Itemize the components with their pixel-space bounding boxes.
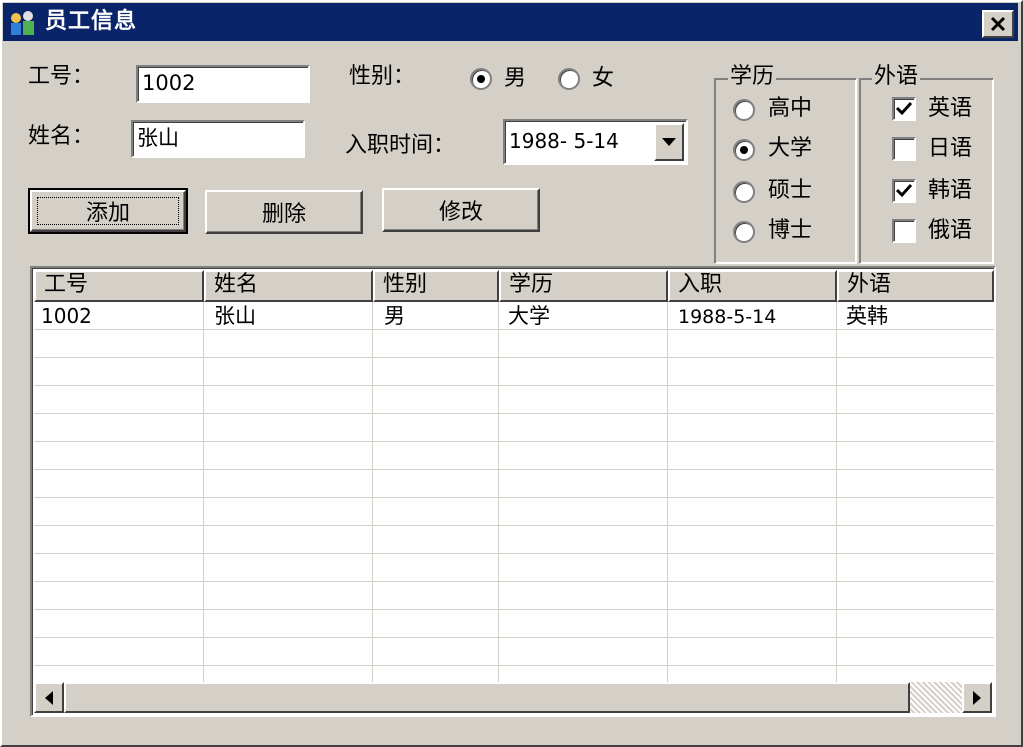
scroll-thumb[interactable] (64, 682, 910, 713)
gender-female-label[interactable]: 女 (592, 66, 614, 92)
employee-id-label: 工号： (28, 64, 95, 89)
modify-button[interactable]: 修改 (382, 188, 540, 232)
close-icon (990, 16, 1006, 32)
language-label-russian[interactable]: 俄语 (928, 218, 972, 244)
language-groupbox (859, 78, 994, 264)
employee-name-input[interactable]: 张山 (131, 120, 305, 158)
language-checkbox-japanese[interactable] (892, 137, 916, 161)
gender-label: 性别： (349, 64, 416, 89)
arrow-left-icon (45, 690, 53, 705)
add-button[interactable]: 添加 (28, 188, 188, 234)
dropdown-arrow-icon (662, 138, 676, 146)
language-label-english[interactable]: 英语 (928, 96, 972, 122)
cell-gender: 男 (384, 304, 405, 328)
gender-male-label[interactable]: 男 (504, 66, 526, 92)
education-radio-university[interactable] (733, 139, 755, 161)
cell-education: 大学 (508, 304, 550, 328)
check-icon (895, 183, 913, 198)
employee-id-input[interactable]: 1002 (136, 65, 310, 103)
column-header-gender[interactable]: 性别 (373, 270, 499, 302)
app-icon (9, 9, 37, 37)
close-button[interactable] (982, 10, 1014, 38)
cell-id: 1002 (41, 304, 92, 328)
delete-button[interactable]: 删除 (205, 190, 363, 234)
education-group-title: 学历 (728, 64, 777, 89)
education-label-master[interactable]: 硕士 (768, 178, 812, 204)
education-radio-doctor[interactable] (733, 221, 755, 243)
delete-button-label: 删除 (261, 202, 306, 227)
employee-id-value: 1002 (142, 71, 196, 95)
language-checkbox-english[interactable] (892, 97, 916, 121)
horizontal-scrollbar[interactable] (34, 682, 992, 713)
education-label-doctor[interactable]: 博士 (768, 218, 812, 244)
hire-date-picker[interactable]: 1988- 5-14 (503, 119, 688, 165)
radio-dot-icon (740, 146, 748, 154)
list-body: 1002 张山 男 大学 1988-5-14 英韩 (34, 302, 994, 682)
education-radio-master[interactable] (733, 181, 755, 203)
scroll-left-button[interactable] (34, 682, 64, 713)
scroll-track[interactable] (910, 682, 962, 713)
radio-dot-icon (477, 75, 485, 83)
education-label-highschool[interactable]: 高中 (768, 96, 812, 122)
modify-button-label: 修改 (438, 200, 483, 225)
column-header-name[interactable]: 姓名 (204, 270, 373, 302)
hire-date-label: 入职时间： (345, 133, 456, 158)
employee-name-value: 张山 (137, 126, 179, 150)
window-title: 员工信息 (45, 9, 138, 34)
list-header: 工号 姓名 性别 学历 入职 外语 (34, 270, 994, 302)
hire-date-value: 1988- 5-14 (509, 129, 619, 153)
employee-name-label: 姓名： (28, 124, 95, 149)
arrow-right-icon (973, 690, 981, 705)
column-header-education[interactable]: 学历 (499, 270, 668, 302)
gender-female-radio[interactable] (558, 68, 580, 90)
employee-list[interactable]: 工号 姓名 性别 学历 入职 外语 1002 张山 男 大学 1988-5-14… (30, 266, 996, 717)
scroll-right-button[interactable] (962, 682, 992, 713)
language-label-korean[interactable]: 韩语 (928, 178, 972, 204)
check-icon (895, 101, 913, 116)
education-radio-highschool[interactable] (733, 99, 755, 121)
language-checkbox-russian[interactable] (892, 219, 916, 243)
language-checkbox-korean[interactable] (892, 179, 916, 203)
education-label-university[interactable]: 大学 (768, 136, 812, 162)
language-label-japanese[interactable]: 日语 (928, 136, 972, 162)
cell-language: 英韩 (846, 304, 888, 328)
date-dropdown-button[interactable] (654, 123, 684, 161)
language-group-title: 外语 (872, 64, 921, 89)
column-header-hire-date[interactable]: 入职 (668, 270, 837, 302)
cell-hire-date: 1988-5-14 (678, 306, 777, 328)
column-header-language[interactable]: 外语 (837, 270, 994, 302)
gender-male-radio[interactable] (470, 68, 492, 90)
column-header-id[interactable]: 工号 (34, 270, 204, 302)
title-bar[interactable]: 员工信息 (3, 3, 1018, 41)
cell-name: 张山 (214, 304, 256, 328)
